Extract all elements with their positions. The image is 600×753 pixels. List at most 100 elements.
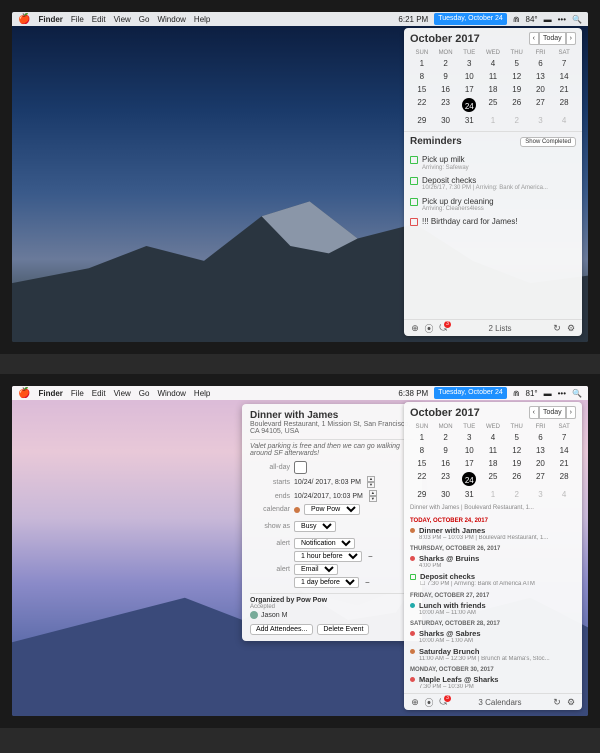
calendar-day[interactable]: 4 bbox=[481, 57, 505, 70]
settings-icon[interactable]: ⚙ bbox=[566, 323, 576, 333]
calendar-day[interactable]: 23 bbox=[434, 96, 458, 114]
app-name[interactable]: Finder bbox=[38, 15, 62, 24]
calendar-day[interactable]: 31 bbox=[457, 488, 481, 501]
calendar-day[interactable]: 29 bbox=[410, 114, 434, 127]
footer-count[interactable]: 2 Lists bbox=[452, 324, 548, 333]
calendar-day[interactable]: 12 bbox=[505, 70, 529, 83]
search-icon[interactable]: 🔍 bbox=[572, 389, 582, 398]
calendar-day[interactable]: 1 bbox=[481, 114, 505, 127]
menu-help[interactable]: Help bbox=[194, 389, 210, 398]
reminder-item[interactable]: !!! Birthday card for James! bbox=[410, 215, 576, 229]
menu-view[interactable]: View bbox=[114, 389, 131, 398]
menu-file[interactable]: File bbox=[71, 389, 84, 398]
calendar-day[interactable]: 7 bbox=[552, 57, 576, 70]
remove-alert-button[interactable]: − bbox=[368, 552, 373, 561]
calendar-day[interactable]: 5 bbox=[505, 431, 529, 444]
battery-icon[interactable]: ▬ bbox=[544, 15, 552, 24]
remove-alert2-button[interactable]: − bbox=[365, 578, 370, 587]
calendar-day[interactable]: 1 bbox=[410, 431, 434, 444]
calendar-day[interactable]: 11 bbox=[481, 444, 505, 457]
next-month-button[interactable]: › bbox=[566, 406, 576, 419]
calendar-day[interactable]: 30 bbox=[434, 488, 458, 501]
temp[interactable]: 81° bbox=[526, 389, 538, 398]
alert-type-select[interactable]: Notification bbox=[294, 538, 355, 549]
prev-month-button[interactable]: ‹ bbox=[529, 32, 539, 45]
calendar-day[interactable]: 3 bbox=[529, 488, 553, 501]
menu-file[interactable]: File bbox=[71, 15, 84, 24]
calendar-day[interactable]: 26 bbox=[505, 470, 529, 488]
calendar-day[interactable]: 22 bbox=[410, 96, 434, 114]
alert2-type-select[interactable]: Email bbox=[294, 564, 338, 575]
calendar-day[interactable]: 13 bbox=[529, 444, 553, 457]
calendar-day[interactable]: 20 bbox=[529, 83, 553, 96]
calendar-day[interactable]: 31 bbox=[457, 114, 481, 127]
calendar-day[interactable]: 4 bbox=[552, 488, 576, 501]
allday-checkbox[interactable] bbox=[294, 461, 307, 474]
ends-stepper[interactable]: ▲▼ bbox=[369, 490, 377, 502]
delete-event-button[interactable]: Delete Event bbox=[317, 624, 369, 635]
calendar-day[interactable]: 18 bbox=[481, 83, 505, 96]
reminder-item[interactable]: Pick up dry cleaningArriving: Cleaners4l… bbox=[410, 195, 576, 216]
calendar-day[interactable]: 20 bbox=[529, 457, 553, 470]
calendar-day[interactable]: 8 bbox=[410, 70, 434, 83]
calendar-day[interactable]: 1 bbox=[410, 57, 434, 70]
calendar-day[interactable]: 4 bbox=[481, 431, 505, 444]
calendar-day-today[interactable]: 24 bbox=[457, 96, 481, 114]
calendar-day[interactable]: 18 bbox=[481, 457, 505, 470]
calendar-day[interactable]: 21 bbox=[552, 83, 576, 96]
event-item[interactable]: Sharks @ Bruins4:00 PM bbox=[410, 553, 576, 571]
calendar-day[interactable]: 3 bbox=[457, 57, 481, 70]
calendar-day[interactable]: 22 bbox=[410, 470, 434, 488]
calendar-day[interactable]: 29 bbox=[410, 488, 434, 501]
search-icon[interactable]: 🔍 bbox=[572, 15, 582, 24]
menu-go[interactable]: Go bbox=[139, 389, 150, 398]
calendar-day[interactable]: 4 bbox=[552, 114, 576, 127]
event-item[interactable]: Lunch with friends10:00 AM – 11:00 AM bbox=[410, 600, 576, 618]
menubar-date[interactable]: Tuesday, October 24 bbox=[434, 387, 507, 399]
settings-icon[interactable]: ⚙ bbox=[566, 697, 576, 707]
calendar-select[interactable]: Pow Pow bbox=[304, 504, 360, 515]
calendar-day[interactable]: 2 bbox=[505, 114, 529, 127]
event-item[interactable]: Deposit checks☐ 7:30 PM | Arriving: Bank… bbox=[410, 571, 576, 589]
calendar-day[interactable]: 16 bbox=[434, 457, 458, 470]
refresh-button[interactable]: ↻ bbox=[552, 697, 562, 707]
reminder-checkbox[interactable] bbox=[410, 198, 418, 206]
notifications-button[interactable]: ⤿ bbox=[438, 323, 448, 333]
apple-menu[interactable]: 🍎 bbox=[18, 14, 30, 25]
menu-view[interactable]: View bbox=[114, 15, 131, 24]
calendar-day[interactable]: 1 bbox=[481, 488, 505, 501]
calendar-day[interactable]: 25 bbox=[481, 96, 505, 114]
menu-window[interactable]: Window bbox=[157, 389, 185, 398]
calendar-day[interactable]: 10 bbox=[457, 444, 481, 457]
calendar-day[interactable]: 26 bbox=[505, 96, 529, 114]
calendar-day[interactable]: 12 bbox=[505, 444, 529, 457]
calendar-day[interactable]: 27 bbox=[529, 470, 553, 488]
calendar-day[interactable]: 13 bbox=[529, 70, 553, 83]
calendar-day[interactable]: 3 bbox=[457, 431, 481, 444]
menu-help[interactable]: Help bbox=[194, 15, 210, 24]
calendar-day[interactable]: 21 bbox=[552, 457, 576, 470]
calendar-day[interactable]: 19 bbox=[505, 83, 529, 96]
prev-month-button[interactable]: ‹ bbox=[529, 406, 539, 419]
menu-go[interactable]: Go bbox=[139, 15, 150, 24]
overflow-icon[interactable]: ••• bbox=[558, 389, 566, 398]
calendar-day[interactable]: 19 bbox=[505, 457, 529, 470]
event-item[interactable]: Sharks @ Sabres10:00 AM – 1:00 AM bbox=[410, 628, 576, 646]
event-item[interactable]: Dinner with James8:03 PM – 10:03 PM | Bo… bbox=[410, 525, 576, 543]
add-event-button[interactable]: ⊕ bbox=[410, 323, 420, 333]
calendar-day[interactable]: 7 bbox=[552, 431, 576, 444]
calendar-day[interactable]: 15 bbox=[410, 83, 434, 96]
calendar-day[interactable]: 10 bbox=[457, 70, 481, 83]
calendar-day[interactable]: 17 bbox=[457, 457, 481, 470]
battery-icon[interactable]: ▬ bbox=[544, 389, 552, 398]
calendar-day[interactable]: 28 bbox=[552, 470, 576, 488]
clock[interactable]: 6:21 PM bbox=[398, 15, 428, 24]
starts-value[interactable]: 10/24/ 2017, 8:03 PM bbox=[294, 479, 361, 486]
menu-edit[interactable]: Edit bbox=[92, 15, 106, 24]
calendar-day[interactable]: 6 bbox=[529, 57, 553, 70]
calendar-day[interactable]: 16 bbox=[434, 83, 458, 96]
menubar-date[interactable]: Tuesday, October 24 bbox=[434, 13, 507, 25]
calendar-day[interactable]: 25 bbox=[481, 470, 505, 488]
footer-count[interactable]: 3 Calendars bbox=[452, 698, 548, 707]
add-event-button[interactable]: ⊕ bbox=[410, 697, 420, 707]
